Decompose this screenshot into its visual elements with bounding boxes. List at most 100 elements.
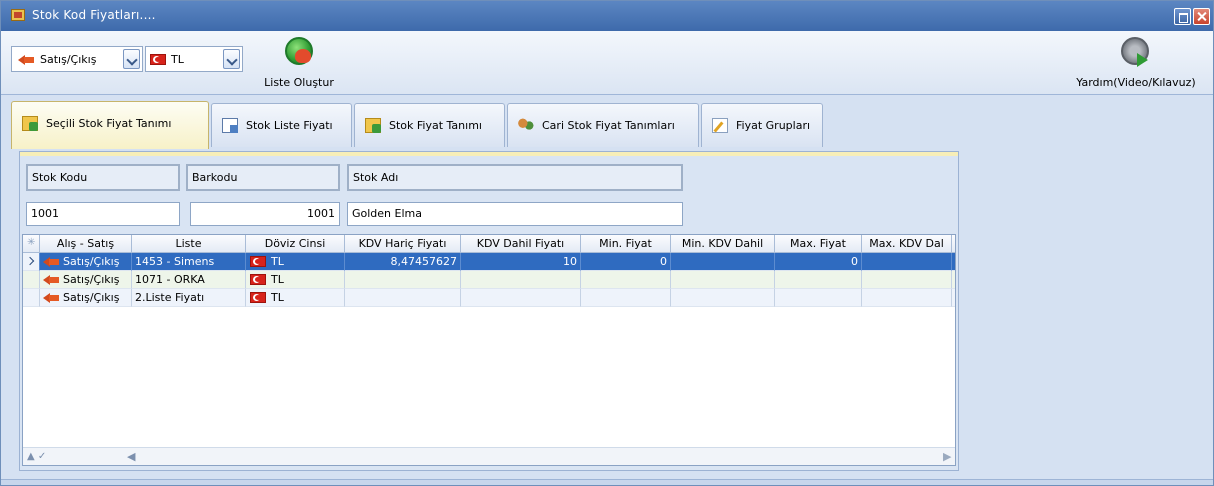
- cell-price-incl[interactable]: [461, 289, 581, 307]
- cell-list[interactable]: 1071 - ORKA: [132, 271, 246, 289]
- turkey-flag-icon: [250, 292, 266, 303]
- doc-icon: [222, 118, 238, 133]
- cell-price-excl[interactable]: 8,47457627: [345, 253, 461, 271]
- col-header[interactable]: Max. KDV Dal: [862, 235, 952, 253]
- cell-list[interactable]: 2.Liste Fiyatı: [132, 289, 246, 307]
- cell-currency[interactable]: TL: [246, 289, 345, 307]
- table-icon: [365, 118, 381, 133]
- col-header[interactable]: KDV Hariç Fiyatı: [345, 235, 461, 253]
- right-pane: [959, 151, 1213, 481]
- cell-min-price[interactable]: 0: [581, 253, 671, 271]
- col-header[interactable]: Min. Fiyat: [581, 235, 671, 253]
- table-row[interactable]: Satış/Çıkış 2.Liste Fiyatı TL: [23, 289, 955, 307]
- help-button[interactable]: Yardım(Video/Kılavuz): [1069, 33, 1203, 93]
- cell-price-excl[interactable]: [345, 289, 461, 307]
- grid-corner: ✳: [23, 235, 40, 253]
- refresh-icon: [285, 37, 313, 65]
- col-header[interactable]: KDV Dahil Fiyatı: [461, 235, 581, 253]
- create-list-label: Liste Oluştur: [264, 76, 334, 89]
- row-selector[interactable]: [23, 253, 40, 271]
- price-grid[interactable]: ✳ Alış - Satış Liste Döviz Cinsi KDV Har…: [22, 234, 956, 466]
- cell-direction[interactable]: Satış/Çıkış: [40, 289, 132, 307]
- cell-min-incl[interactable]: [671, 253, 775, 271]
- grid-navigator-icon[interactable]: ▲ ✓: [27, 451, 57, 462]
- cell-max-incl[interactable]: [862, 289, 952, 307]
- cell-currency[interactable]: TL: [246, 271, 345, 289]
- table-row[interactable]: Satış/Çıkış 1453 - Simens TL 8,47457627 …: [23, 253, 955, 271]
- currency-value: TL: [171, 53, 184, 66]
- cell-text: Satış/Çıkış: [63, 255, 120, 268]
- table-icon: [22, 116, 38, 131]
- video-film-icon: [1121, 37, 1149, 67]
- stock-price-window: Stok Kod Fiyatları.... Satış/Çıkış TL Li…: [0, 0, 1214, 486]
- cell-text: TL: [271, 255, 284, 268]
- stock-name-label: Stok Adı: [347, 164, 683, 191]
- tab-price-groups[interactable]: Fiyat Grupları: [701, 103, 823, 147]
- cell-min-incl[interactable]: [671, 289, 775, 307]
- create-list-button[interactable]: Liste Oluştur: [255, 33, 343, 93]
- new-row-star-icon: ✳: [27, 237, 36, 248]
- col-header[interactable]: Max. Fiyat: [775, 235, 862, 253]
- table-row[interactable]: Satış/Çıkış 1071 - ORKA TL: [23, 271, 955, 289]
- cell-price-incl[interactable]: 10: [461, 253, 581, 271]
- cell-min-incl[interactable]: [671, 271, 775, 289]
- tab-stock-price-definition[interactable]: Stok Fiyat Tanımı: [354, 103, 505, 147]
- cell-direction[interactable]: Satış/Çıkış: [40, 253, 132, 271]
- row-selector[interactable]: [23, 271, 40, 289]
- arrow-left-icon: [18, 55, 34, 65]
- window-title: Stok Kod Fiyatları....: [32, 8, 156, 22]
- tab-bar: Seçili Stok Fiyat Tanımı Stok Liste Fiya…: [11, 101, 956, 149]
- col-header[interactable]: Liste: [132, 235, 246, 253]
- cell-max-incl[interactable]: [862, 271, 952, 289]
- tab-label: Cari Stok Fiyat Tanımları: [542, 119, 675, 132]
- tab-stock-list-price[interactable]: Stok Liste Fiyatı: [211, 103, 352, 147]
- tab-label: Seçili Stok Fiyat Tanımı: [46, 117, 172, 130]
- cell-max-price[interactable]: [775, 271, 862, 289]
- turkey-flag-icon: [250, 256, 266, 267]
- chevron-down-icon[interactable]: [223, 49, 240, 69]
- tab-customer-stock-prices[interactable]: Cari Stok Fiyat Tanımları: [507, 103, 699, 147]
- tab-label: Stok Fiyat Tanımı: [389, 119, 482, 132]
- scroll-right-arrow-icon[interactable]: ▶: [943, 450, 951, 463]
- cell-text: Satış/Çıkış: [63, 273, 120, 286]
- cell-min-price[interactable]: [581, 271, 671, 289]
- currency-select[interactable]: TL: [145, 46, 243, 72]
- cell-min-price[interactable]: [581, 289, 671, 307]
- stock-name-field[interactable]: Golden Elma: [347, 202, 683, 226]
- arrow-left-icon: [43, 293, 59, 303]
- scroll-left-arrow-icon[interactable]: ◀: [127, 450, 135, 463]
- restore-button[interactable]: [1174, 8, 1191, 25]
- direction-select[interactable]: Satış/Çıkış: [11, 46, 143, 72]
- cell-direction[interactable]: Satış/Çıkış: [40, 271, 132, 289]
- stock-code-label: Stok Kodu: [26, 164, 180, 191]
- cell-text: TL: [271, 291, 284, 304]
- cell-max-price[interactable]: [775, 289, 862, 307]
- barcode-label: Barkodu: [186, 164, 340, 191]
- horizontal-scrollbar[interactable]: ▲ ✓ ◀ ▶: [23, 447, 955, 465]
- cell-currency[interactable]: TL: [246, 253, 345, 271]
- cell-price-excl[interactable]: [345, 271, 461, 289]
- title-bar[interactable]: Stok Kod Fiyatları....: [1, 1, 1213, 31]
- selected-stock-price-panel: Stok Kodu Barkodu Stok Adı 1001 1001 Gol…: [19, 151, 959, 471]
- close-button[interactable]: [1193, 8, 1210, 25]
- tab-label: Stok Liste Fiyatı: [246, 119, 333, 132]
- col-header[interactable]: Döviz Cinsi: [246, 235, 345, 253]
- arrow-left-icon: [43, 275, 59, 285]
- cell-price-incl[interactable]: [461, 271, 581, 289]
- tab-selected-stock-price[interactable]: Seçili Stok Fiyat Tanımı: [11, 101, 209, 149]
- turkey-flag-icon: [150, 54, 166, 65]
- cell-spacer: [952, 271, 955, 289]
- tab-label: Fiyat Grupları: [736, 119, 811, 132]
- chevron-down-icon[interactable]: [123, 49, 140, 69]
- cell-max-incl[interactable]: [862, 253, 952, 271]
- col-header[interactable]: Min. KDV Dahil: [671, 235, 775, 253]
- row-selector[interactable]: [23, 289, 40, 307]
- cell-max-price[interactable]: 0: [775, 253, 862, 271]
- cell-list[interactable]: 1453 - Simens: [132, 253, 246, 271]
- col-header[interactable]: Alış - Satış: [40, 235, 132, 253]
- stock-code-field[interactable]: 1001: [26, 202, 180, 226]
- arrow-left-icon: [43, 257, 59, 267]
- people-icon: [518, 118, 534, 133]
- barcode-field[interactable]: 1001: [190, 202, 340, 226]
- bottom-border: [1, 479, 1213, 485]
